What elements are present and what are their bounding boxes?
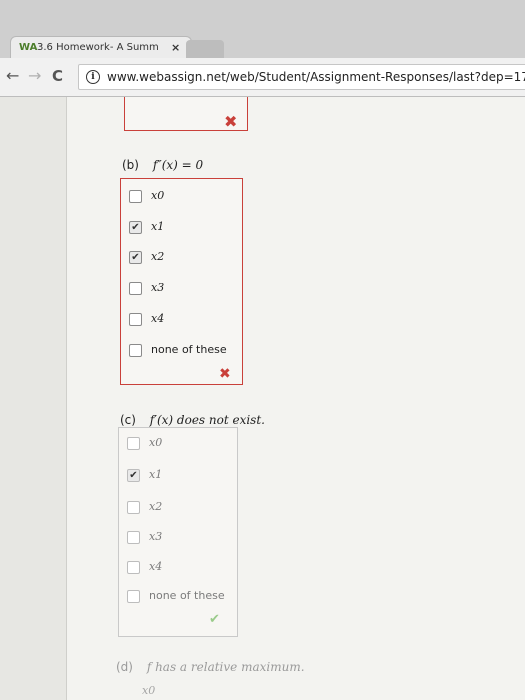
checkbox-checked[interactable]: ✔ bbox=[129, 251, 142, 264]
part-d-option-x0-label: x0 bbox=[142, 684, 156, 697]
new-tab-button[interactable] bbox=[186, 40, 224, 58]
checkbox[interactable] bbox=[127, 437, 140, 450]
part-d-label: (d) bbox=[116, 660, 133, 674]
back-arrow-icon[interactable]: ← bbox=[6, 66, 19, 86]
option-label: none of these bbox=[149, 589, 225, 602]
tab-strip: WA 3.6 Homework- A Summ × bbox=[0, 0, 525, 59]
browser-toolbar: ← → C i www.webassign.net/web/Student/As… bbox=[0, 58, 525, 97]
part-c-label: (c) bbox=[120, 413, 136, 427]
option-label: none of these bbox=[151, 343, 227, 356]
checkbox[interactable] bbox=[127, 590, 140, 603]
checkbox[interactable] bbox=[129, 313, 142, 326]
checkbox[interactable] bbox=[127, 531, 140, 544]
option-label: x3 bbox=[151, 281, 165, 294]
option-label: x0 bbox=[151, 189, 165, 202]
part-b-label: (b) bbox=[122, 158, 139, 172]
option-label: x2 bbox=[151, 250, 165, 263]
part-b-answer-box: x0 ✔ x1 ✔ x2 x3 x4 none of these ✖ bbox=[120, 178, 243, 385]
option-label: x1 bbox=[151, 220, 165, 233]
site-info-icon[interactable]: i bbox=[86, 70, 100, 84]
correct-mark-icon: ✔ bbox=[209, 612, 220, 627]
part-d-question: (d) f has a relative maximum. bbox=[116, 660, 305, 674]
option-label: x3 bbox=[149, 530, 163, 543]
option-label: x0 bbox=[149, 436, 163, 449]
incorrect-mark-icon: ✖ bbox=[219, 366, 231, 382]
checkbox[interactable] bbox=[129, 344, 142, 357]
part-c-condition: f′(x) does not exist. bbox=[149, 413, 265, 427]
part-d-condition: f has a relative maximum. bbox=[146, 660, 305, 674]
checkbox[interactable] bbox=[127, 501, 140, 514]
webassign-favicon-icon: WA bbox=[19, 42, 38, 53]
checkbox[interactable] bbox=[129, 190, 142, 203]
option-label: x1 bbox=[149, 468, 163, 481]
part-c-answer-box: x0 ✔ x1 x2 x3 x4 none of these ✔ bbox=[118, 427, 238, 637]
option-label: x4 bbox=[151, 312, 165, 325]
checkbox[interactable] bbox=[127, 561, 140, 574]
page-background bbox=[0, 97, 525, 700]
incorrect-mark-icon: ✖ bbox=[224, 112, 238, 131]
address-bar[interactable]: i www.webassign.net/web/Student/Assignme… bbox=[78, 64, 525, 90]
part-c-question: (c) f′(x) does not exist. bbox=[120, 413, 265, 427]
forward-arrow-icon[interactable]: → bbox=[28, 66, 41, 86]
part-b-question: (b) f″(x) = 0 bbox=[122, 158, 203, 172]
checkbox-checked[interactable]: ✔ bbox=[127, 469, 140, 482]
checkbox-checked[interactable]: ✔ bbox=[129, 221, 142, 234]
part-b-condition: f″(x) = 0 bbox=[152, 158, 204, 172]
reload-icon[interactable]: C bbox=[52, 66, 63, 86]
checkbox[interactable] bbox=[129, 282, 142, 295]
option-label: x2 bbox=[149, 500, 163, 513]
browser-tab[interactable]: WA 3.6 Homework- A Summ × bbox=[10, 36, 192, 59]
tab-title: 3.6 Homework- A Summ bbox=[37, 42, 159, 53]
close-tab-icon[interactable]: × bbox=[171, 37, 180, 59]
option-label: x4 bbox=[149, 560, 163, 573]
url-text: www.webassign.net/web/Student/Assignment… bbox=[107, 70, 525, 84]
